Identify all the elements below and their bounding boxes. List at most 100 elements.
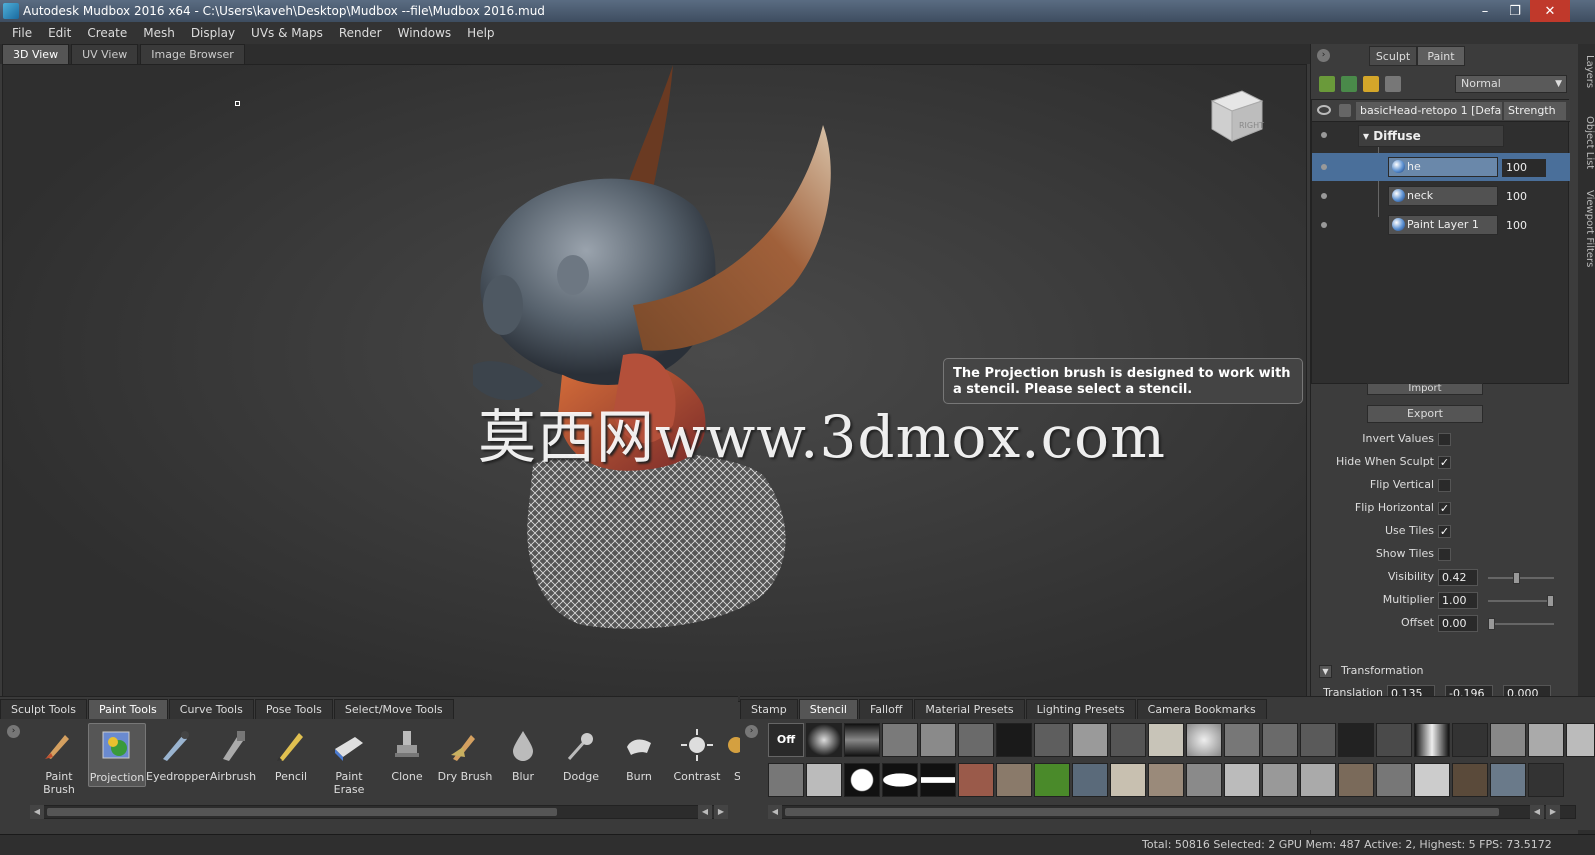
side-tab-object-list[interactable]: Object List [1578, 108, 1595, 178]
stencil-thumb[interactable] [1110, 763, 1146, 797]
tab-material-presets[interactable]: Material Presets [914, 699, 1025, 719]
offset-slider[interactable] [1488, 618, 1554, 630]
stencil-thumb[interactable] [1186, 763, 1222, 797]
diffuse-group[interactable]: ▾ Diffuse [1358, 125, 1504, 147]
layer-strength[interactable]: 100 [1502, 217, 1546, 235]
tool-paint-brush[interactable]: Paint Brush [30, 723, 88, 796]
tab-sculpt-tools[interactable]: Sculpt Tools [0, 699, 87, 719]
stencil-off[interactable]: Off [768, 723, 804, 757]
layer-row-he[interactable]: he 100 [1312, 153, 1570, 181]
visibility-dot-icon[interactable] [1321, 164, 1327, 170]
menu-mesh[interactable]: Mesh [135, 26, 183, 40]
mesh-name[interactable]: basicHead-retopo 1 [Defau [1356, 102, 1502, 120]
stencil-thumb[interactable] [1414, 723, 1450, 757]
tool-eyedropper[interactable]: Eyedropper [146, 723, 209, 787]
merge-layer-icon[interactable] [1341, 76, 1357, 92]
layer-row-neck[interactable]: neck 100 [1312, 182, 1570, 210]
stencil-thumb[interactable] [1528, 723, 1564, 757]
layer-name-field[interactable]: neck [1388, 186, 1498, 206]
menu-uvs-maps[interactable]: UVs & Maps [243, 26, 331, 40]
tab-pose-tools[interactable]: Pose Tools [254, 699, 333, 719]
lock-icon[interactable] [1339, 104, 1351, 117]
stencil-thumb[interactable] [1034, 723, 1070, 757]
stencil-scrollbar-thumb[interactable] [785, 808, 1499, 816]
stencil-thumb[interactable] [1110, 723, 1146, 757]
stencil-thumb[interactable] [1224, 763, 1260, 797]
stencil-thumb[interactable] [1072, 763, 1108, 797]
stencil-thumb[interactable] [1452, 723, 1488, 757]
menu-render[interactable]: Render [331, 26, 390, 40]
stencil-thumb[interactable] [1148, 763, 1184, 797]
visibility-dot-icon[interactable] [1321, 222, 1327, 228]
blend-mode-select[interactable]: Normal ▼ [1455, 75, 1567, 93]
3d-viewport[interactable]: RIGHT The Projection brush is designed t… [2, 64, 1307, 702]
stencil-thumb[interactable] [882, 723, 918, 757]
stencil-thumb[interactable] [768, 763, 804, 797]
tab-stencil[interactable]: Stencil [798, 699, 858, 719]
stencil-thumb[interactable] [1338, 723, 1374, 757]
tab-uv-view[interactable]: UV View [71, 44, 139, 64]
tab-curve-tools[interactable]: Curve Tools [168, 699, 254, 719]
flip-vertical-checkbox[interactable] [1438, 479, 1451, 492]
visibility-slider[interactable] [1488, 572, 1554, 584]
stencil-thumb[interactable] [1376, 763, 1412, 797]
multiplier-field[interactable]: 1.00 [1438, 592, 1478, 609]
stencil-thumb[interactable] [1338, 763, 1374, 797]
visibility-dot-icon[interactable] [1321, 132, 1327, 138]
visibility-slider-knob[interactable] [1513, 572, 1520, 584]
stencil-thumb[interactable] [1376, 723, 1412, 757]
tool-blur[interactable]: Blur [494, 723, 552, 787]
stencil-thumb[interactable] [1566, 723, 1595, 757]
visibility-field[interactable]: 0.42 [1438, 569, 1478, 586]
stencil-thumb[interactable] [1186, 723, 1222, 757]
stencil-thumb[interactable] [1414, 763, 1450, 797]
tool-projection[interactable]: Projection [88, 723, 146, 787]
tab-stamp[interactable]: Stamp [740, 699, 798, 719]
new-layer-icon[interactable] [1319, 76, 1335, 92]
stencil-thumb[interactable] [1072, 723, 1108, 757]
menu-help[interactable]: Help [459, 26, 502, 40]
scroll-right-icon[interactable]: ▶ [714, 805, 728, 819]
stencil-thumb[interactable] [920, 723, 956, 757]
navigation-cube[interactable]: RIGHT [1204, 83, 1266, 145]
stencil-thumb[interactable] [1262, 763, 1298, 797]
offset-slider-knob[interactable] [1488, 618, 1495, 630]
scroll-left-icon[interactable]: ◀ [1530, 805, 1544, 819]
use-tiles-checkbox[interactable]: ✓ [1438, 525, 1451, 538]
stencil-thumb[interactable] [1300, 723, 1336, 757]
stencil-thumb[interactable] [1300, 763, 1336, 797]
hide-when-sculpt-checkbox[interactable]: ✓ [1438, 456, 1451, 469]
tool-airbrush[interactable]: Airbrush [204, 723, 262, 787]
tab-paint-tools[interactable]: Paint Tools [87, 699, 168, 719]
stencil-thumb[interactable] [958, 723, 994, 757]
folder-icon[interactable] [1363, 76, 1379, 92]
panel-collapse-icon[interactable]: › [1317, 49, 1330, 62]
stencil-thumb[interactable] [1490, 723, 1526, 757]
layer-row-paint-layer-1[interactable]: Paint Layer 1 100 [1312, 211, 1570, 239]
tool-contrast[interactable]: Contrast [668, 723, 726, 787]
stencil-thumb[interactable] [996, 763, 1032, 797]
scroll-left-icon[interactable]: ◀ [698, 805, 712, 819]
scroll-left-icon[interactable]: ◀ [30, 805, 44, 819]
scroll-left-icon[interactable]: ◀ [768, 805, 782, 819]
stencil-thumb[interactable] [882, 763, 918, 797]
tool-burn[interactable]: Burn [610, 723, 668, 787]
side-tab-viewport-filters[interactable]: Viewport Filters [1578, 184, 1595, 274]
stencil-shelf-collapse-icon[interactable]: › [745, 725, 758, 738]
stencil-thumb[interactable] [844, 723, 880, 757]
visibility-dot-icon[interactable] [1321, 193, 1327, 199]
shelf-collapse-icon[interactable]: › [7, 725, 20, 738]
tool-dry-brush[interactable]: Dry Brush [436, 723, 494, 787]
multiplier-slider-knob[interactable] [1547, 595, 1554, 607]
stencil-thumb[interactable] [1224, 723, 1260, 757]
menu-edit[interactable]: Edit [40, 26, 79, 40]
tab-select-move-tools[interactable]: Select/Move Tools [333, 699, 454, 719]
tab-falloff[interactable]: Falloff [858, 699, 914, 719]
layer-name-field[interactable]: he [1388, 157, 1498, 177]
layer-strength[interactable]: 100 [1502, 159, 1546, 177]
stencil-thumb[interactable] [844, 763, 880, 797]
offset-field[interactable]: 0.00 [1438, 615, 1478, 632]
import-button[interactable]: Import [1367, 383, 1483, 395]
tool-dodge[interactable]: Dodge [552, 723, 610, 787]
multiplier-slider[interactable] [1488, 595, 1554, 607]
